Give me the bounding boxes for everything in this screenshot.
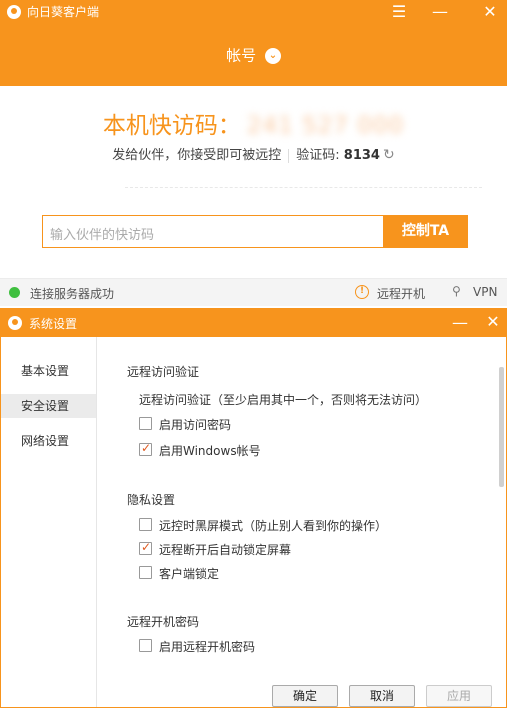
nav-basic-settings[interactable]: 基本设置: [1, 359, 96, 383]
checkbox-icon[interactable]: [139, 639, 152, 652]
section-title-privacy: 隐私设置: [127, 493, 176, 507]
minimize-icon[interactable]: —: [446, 309, 474, 337]
vpn-icon[interactable]: ⚲: [452, 284, 461, 298]
account-dropdown[interactable]: 帐号 ⌄: [0, 45, 507, 66]
checkbox-label: 启用访问密码: [159, 418, 232, 432]
nav-network-settings[interactable]: 网络设置: [1, 429, 96, 453]
minimize-icon[interactable]: —: [425, 0, 455, 26]
status-dot-icon: [9, 287, 20, 298]
access-code-row: 本机快访码： 241 527 000: [0, 112, 507, 140]
settings-content: 远程访问验证 远程访问验证（至少启用其中一个，否则将无法访问） 启用访问密码 启…: [97, 337, 495, 707]
access-code-label: 本机快访码：: [102, 113, 241, 139]
section-title-remote-boot: 远程开机密码: [127, 615, 200, 629]
divider: [288, 148, 290, 163]
ok-button[interactable]: 确定: [272, 685, 338, 707]
menu-icon[interactable]: ☰: [384, 0, 414, 26]
settings-dialog: 系统设置 — ✕ 基本设置 安全设置 网络设置 远程访问验证 远程访问验证（至少…: [0, 308, 507, 708]
main-titlebar: 向日葵客户端 ☰ — ✕: [0, 0, 507, 26]
settings-title: 系统设置: [29, 317, 78, 331]
checkbox-icon[interactable]: [139, 540, 152, 555]
checkbox-label: 远控时黑屏模式（防止别人看到你的操作）: [159, 519, 388, 533]
status-text: 连接服务器成功: [30, 287, 115, 301]
nav-security-settings[interactable]: 安全设置: [1, 394, 96, 418]
checkbox-icon[interactable]: [139, 441, 152, 456]
section-desc-remote-access: 远程访问验证（至少启用其中一个，否则将无法访问）: [139, 393, 428, 407]
status-bar: 连接服务器成功 ! 远程开机 ⚲ VPN: [0, 278, 507, 306]
cancel-button[interactable]: 取消: [349, 685, 415, 707]
account-label: 帐号: [226, 46, 257, 65]
window-title: 向日葵客户端: [27, 5, 100, 19]
checkbox-label: 客户端锁定: [159, 567, 220, 581]
scrollbar[interactable]: [499, 367, 504, 487]
info-text: 发给伙伴，你接受即可被远控: [112, 148, 282, 163]
checkbox-icon[interactable]: [139, 566, 152, 579]
section-title-remote-access: 远程访问验证: [127, 365, 200, 379]
apply-button[interactable]: 应用: [426, 685, 492, 707]
access-code-value: 241 527 000: [246, 113, 405, 139]
partner-code-placeholder: 输入伙伴的快访码: [50, 228, 155, 243]
close-icon[interactable]: ✕: [475, 0, 505, 26]
partner-code-input[interactable]: 输入伙伴的快访码: [42, 215, 383, 248]
vpn-link[interactable]: VPN: [473, 285, 497, 299]
sunflower-logo-icon: [7, 5, 21, 19]
checkbox-label: 启用Windows帐号: [159, 444, 261, 458]
info-row: 发给伙伴，你接受即可被远控 验证码: 8134 ↻: [0, 146, 507, 165]
alert-icon[interactable]: !: [355, 285, 369, 299]
chevron-down-icon[interactable]: ⌄: [264, 47, 281, 64]
checkbox-label: 启用远程开机密码: [159, 640, 256, 654]
checkbox-label: 远程断开后自动锁定屏幕: [159, 543, 292, 557]
refresh-icon[interactable]: ↻: [383, 146, 395, 164]
account-header: 帐号 ⌄: [0, 26, 507, 86]
verify-code: 8134: [343, 148, 380, 163]
settings-titlebar: 系统设置 — ✕: [1, 309, 506, 337]
close-icon[interactable]: ✕: [479, 309, 507, 337]
divider: [125, 187, 482, 188]
control-button[interactable]: 控制TA: [383, 215, 468, 248]
checkbox-icon[interactable]: [139, 417, 152, 430]
sunflower-logo-icon: [8, 316, 22, 330]
settings-sidebar: 基本设置 安全设置 网络设置: [1, 337, 97, 707]
verify-label: 验证码:: [296, 148, 344, 163]
remote-boot-link[interactable]: 远程开机: [377, 285, 425, 302]
checkbox-icon[interactable]: [139, 518, 152, 531]
